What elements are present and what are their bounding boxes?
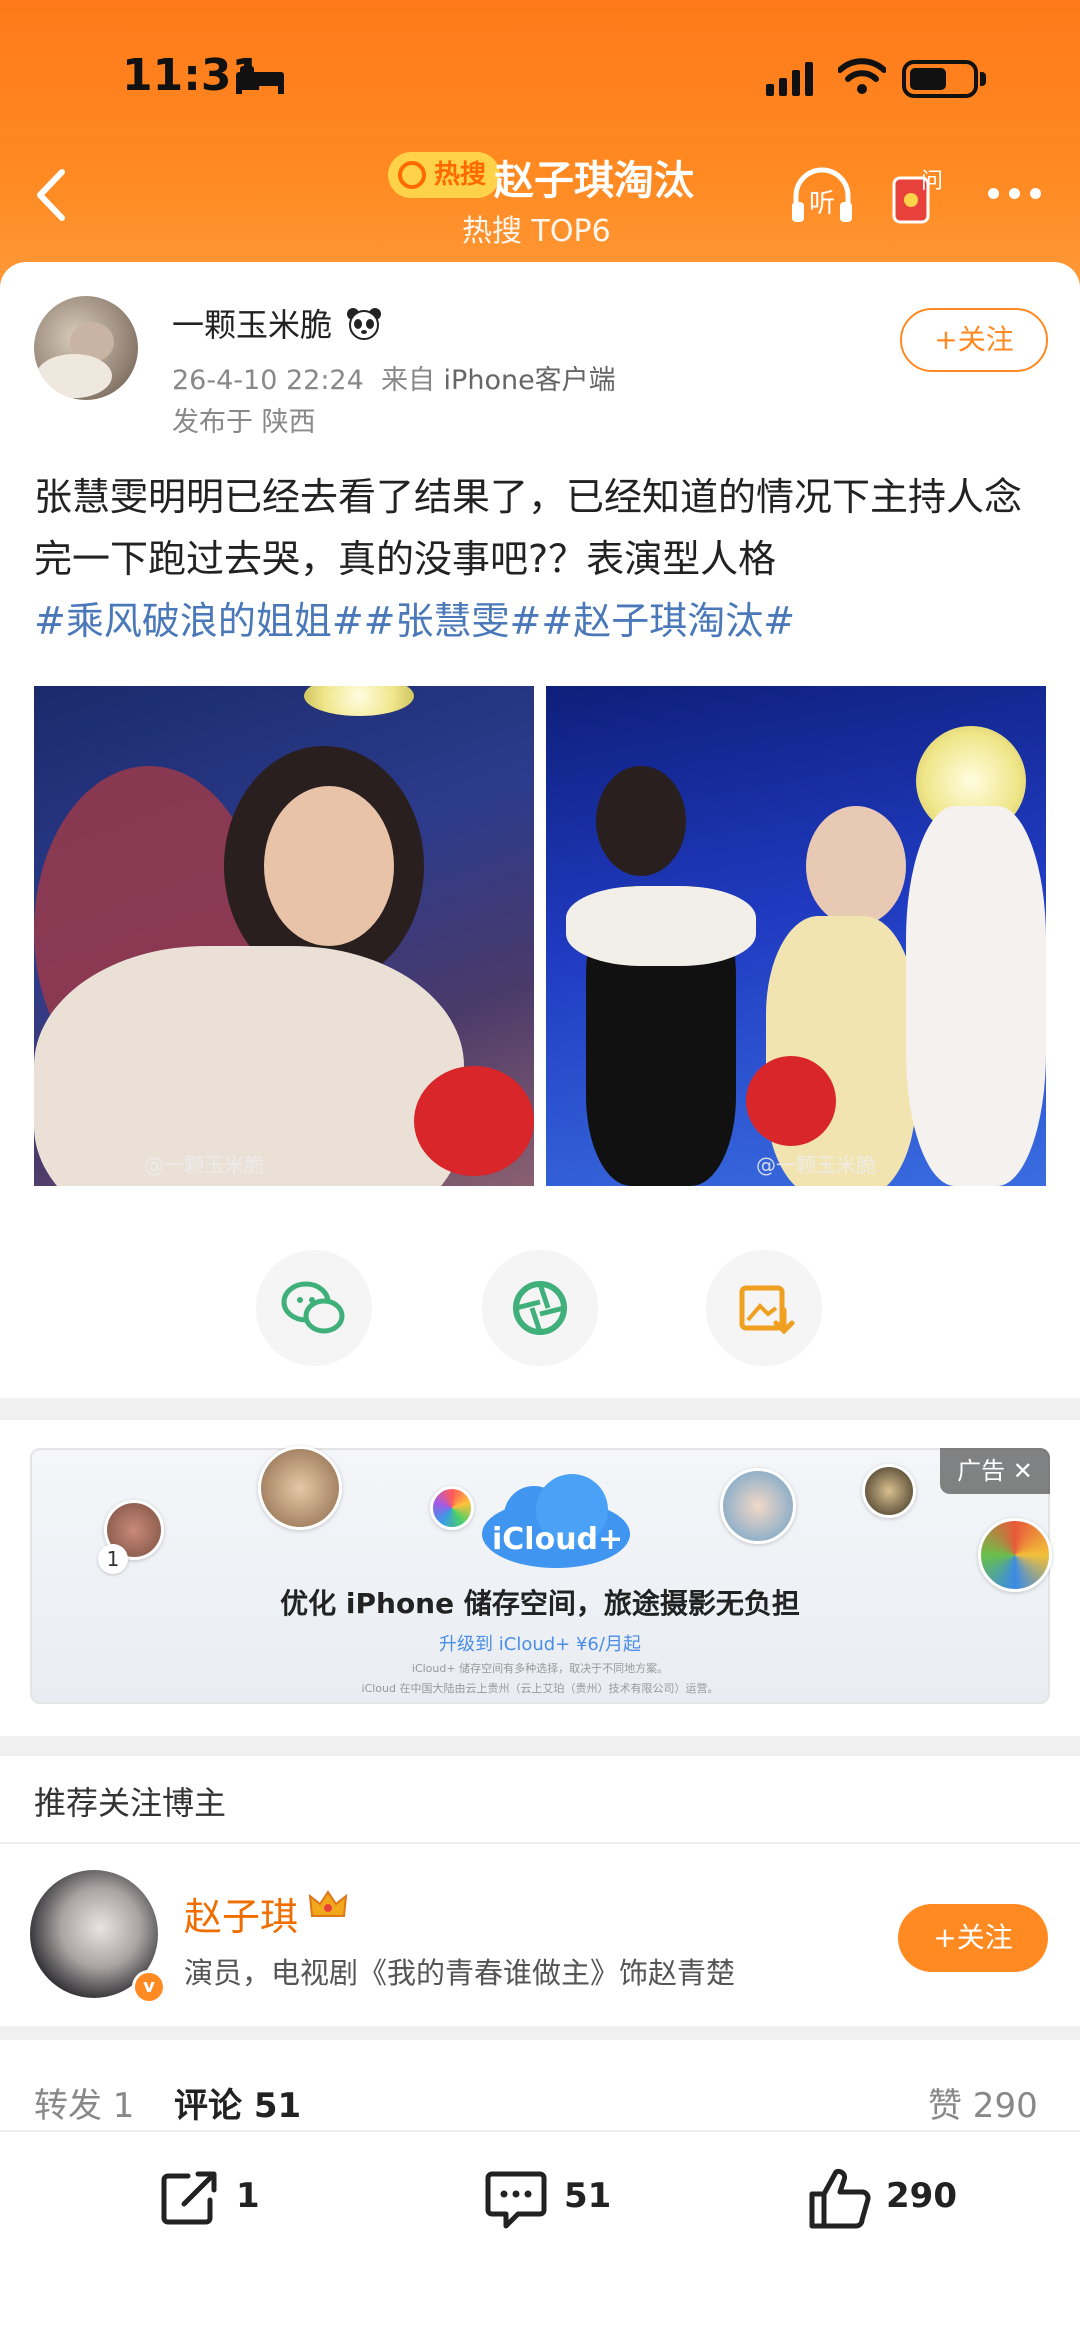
battery-icon: [902, 60, 978, 98]
comment-icon[interactable]: [484, 2168, 548, 2230]
save-image-button[interactable]: [706, 1250, 822, 1366]
post-location: 发布于 陕西: [172, 407, 316, 438]
ask-question-icon[interactable]: 问: [886, 160, 952, 232]
post-image-1[interactable]: @一颗玉米脆: [34, 686, 534, 1186]
repost-icon[interactable]: [158, 2168, 222, 2228]
like-thumbs-up-icon[interactable]: [808, 2168, 872, 2230]
image-watermark: @一颗玉米脆: [756, 1153, 876, 1177]
comment-tab[interactable]: 评论 51: [174, 2078, 301, 2127]
close-icon[interactable]: ✕: [1013, 1457, 1033, 1485]
follow-author-button[interactable]: +关注: [900, 308, 1048, 372]
hot-search-badge: 热搜: [388, 152, 501, 198]
save-image-icon: [739, 1285, 795, 1335]
battery-tip: [980, 72, 986, 86]
ad-photo-bubble: [862, 1464, 916, 1518]
photos-app-icon: [430, 1486, 474, 1530]
post-meta: 26-4-10 22:24 来自 iPhone客户端: [172, 358, 616, 397]
share-wechat-button[interactable]: [256, 1250, 372, 1366]
wifi-icon: [838, 58, 886, 94]
author-name[interactable]: 一颗玉米脆: [172, 300, 382, 346]
like-tab[interactable]: 赞 290: [928, 2078, 1038, 2127]
ad-fineprint: iCloud+ 储存空间有多种选择，取决于不同地方案。: [411, 1662, 669, 1675]
cellular-signal-icon: [766, 62, 813, 96]
post-body: 张慧雯明明已经去看了结果了，已经知道的情况下主持人念完一下跑过去哭，真的没事吧?…: [34, 475, 1023, 581]
recommended-user-desc: 演员，电视剧《我的青春谁做主》饰赵青楚: [184, 1956, 736, 1990]
more-options-icon[interactable]: [988, 188, 1041, 199]
follow-recommended-button[interactable]: +关注: [898, 1904, 1048, 1972]
ad-close-tag[interactable]: 广告 ✕: [940, 1448, 1050, 1494]
ad-fineprint: iCloud 在中国大陆由云上贵州（云上艾珀（贵州）技术有限公司）运营。: [361, 1682, 719, 1695]
sleep-mode-icon: [236, 66, 284, 94]
hair-shape: [596, 766, 686, 876]
recommend-title: 推荐关注博主: [34, 1784, 227, 1822]
ad-photo-bubble: [720, 1468, 796, 1544]
repost-count[interactable]: 1: [236, 2176, 260, 2216]
comment-count[interactable]: 51: [564, 2176, 611, 2216]
post-timestamp: 26-4-10 22:24: [172, 365, 364, 396]
page-title: 赵子琪淘汰: [494, 158, 694, 204]
listen-label: 听: [809, 189, 835, 219]
panda-icon: [347, 308, 382, 340]
ad-headline: 优化 iPhone 储存空间，旅途摄影无负担: [280, 1587, 800, 1620]
recommended-user-name[interactable]: 赵子琪: [184, 1886, 298, 1941]
ad-subline[interactable]: 升级到 iCloud+ ¥6/月起: [0, 1630, 1080, 1656]
image-watermark: @一颗玉米脆: [144, 1153, 264, 1177]
back-arrow-icon[interactable]: [22, 160, 82, 230]
crown-icon: [308, 1890, 348, 1917]
flowers-shape: [414, 1066, 534, 1176]
post-hashtags[interactable]: #乘风破浪的姐姐##张慧雯##赵子琪淘汰#: [34, 599, 795, 643]
verified-badge-icon: v: [132, 1970, 166, 2004]
stage-moon: [304, 686, 414, 716]
post-source: iPhone客户端: [443, 365, 616, 396]
post-source-prefix: 来自: [380, 365, 435, 396]
ad-rank-badge: 1: [98, 1544, 128, 1574]
ad-photo-bubble: [978, 1518, 1052, 1592]
repost-tab[interactable]: 转发 1: [34, 2078, 134, 2127]
post-text: 张慧雯明明已经去看了结果了，已经知道的情况下主持人念完一下跑过去哭，真的没事吧?…: [34, 466, 1050, 652]
like-count[interactable]: 290: [886, 2176, 957, 2216]
flowers-shape: [746, 1056, 836, 1146]
status-bar: 11:31: [0, 0, 1080, 160]
wechat-icon: [281, 1281, 345, 1334]
face-shape: [806, 806, 906, 926]
author-avatar[interactable]: [34, 296, 138, 400]
search-icon: [398, 161, 426, 189]
ruffle-shape: [566, 886, 756, 966]
headphones-listen-icon[interactable]: 听: [786, 160, 858, 232]
face-shape: [264, 786, 394, 946]
dress-shape: [906, 806, 1046, 1186]
page-subtitle: 热搜 TOP6: [462, 214, 611, 249]
icloud-label: iCloud+: [492, 1522, 624, 1557]
aperture-moments-icon: [513, 1281, 567, 1335]
stats-row: [0, 2040, 1080, 2130]
post-image-2[interactable]: @一颗玉米脆: [546, 686, 1046, 1186]
action-bar: [0, 2130, 1080, 2346]
ad-photo-bubble: [258, 1446, 342, 1530]
divider: [0, 1842, 1080, 1844]
ask-label: 问: [921, 169, 943, 194]
share-moments-button[interactable]: [482, 1250, 598, 1366]
